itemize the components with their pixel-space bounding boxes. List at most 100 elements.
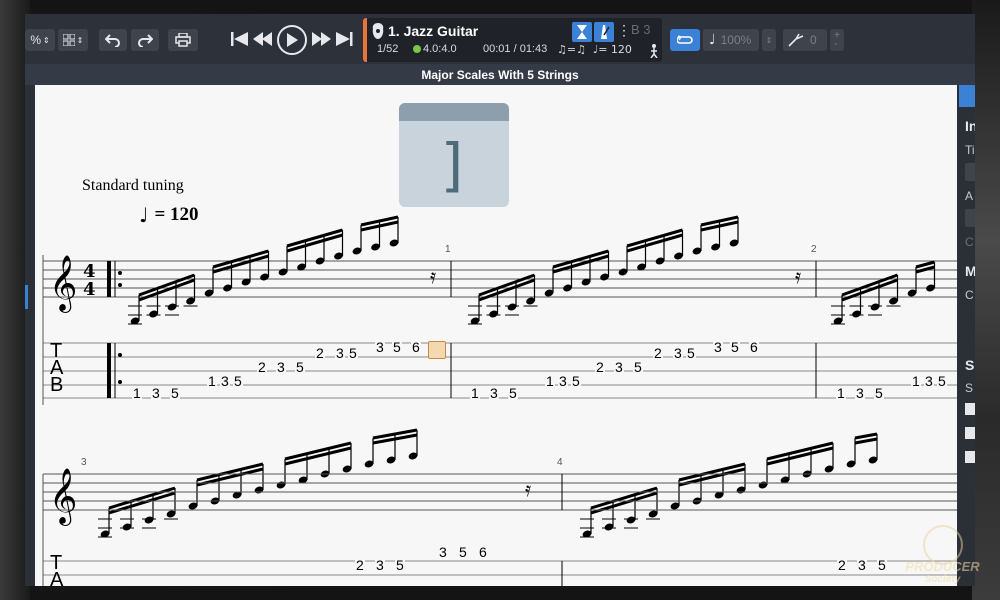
rewind-icon [253,32,272,46]
tab-fret-number[interactable]: 6 [411,340,421,354]
notation-canvas: 𝄞 4 4 𝄿𝄿𝄿𝄿𝄿 𝄞 [42,215,957,586]
tab-fret-number[interactable]: 5 [458,545,468,559]
note-icon[interactable] [965,403,975,415]
printer-icon [175,33,191,47]
time-readout: 00:01 / 01:43 [483,43,548,55]
tab-fret-number[interactable]: 5 [937,374,947,388]
redo-icon [138,34,153,47]
zoom-select[interactable]: % ⇕ [25,29,55,51]
tempo-value: = 120 [598,43,632,56]
inspector-label: Ti [965,143,975,157]
svg-text:4: 4 [83,279,96,300]
go-to-end-button[interactable] [335,31,353,52]
edit-cursor[interactable] [428,341,446,359]
tab-fret-number[interactable]: 5 [571,374,581,388]
tab-fret-number[interactable]: 2 [257,360,267,374]
print-button[interactable] [168,29,198,51]
redo-button[interactable] [131,29,159,51]
pitch-stepper[interactable]: + - [830,29,844,51]
tab-fret-number[interactable]: 2 [315,346,325,360]
fast-forward-button[interactable] [311,31,331,52]
tab-fret-number[interactable]: 5 [508,386,518,400]
speed-stepper[interactable]: ⇕ [762,29,776,51]
speed-control[interactable]: ♩ 100% [703,29,759,51]
tab-fret-number[interactable]: 6 [478,545,488,559]
tab-fret-number[interactable]: 5 [170,386,180,400]
measure-number: 2 [811,244,817,255]
note-icon[interactable] [965,451,975,463]
skip-start-icon [231,32,248,46]
tab-fret-number[interactable]: 3 [438,545,448,559]
track-name[interactable]: 1. Jazz Guitar [388,23,478,39]
svg-text:𝄞: 𝄞 [49,255,77,313]
tab-fret-number[interactable]: 3 [855,386,865,400]
grid-icon [62,34,75,46]
tab-fret-number[interactable]: 2 [595,360,605,374]
tab-fret-number[interactable]: 1 [911,374,921,388]
tab-fret-number[interactable]: 3 [151,386,161,400]
tab-fret-number[interactable]: 1 [132,386,142,400]
sixteenth-rest: 𝄿 [525,477,531,501]
play-icon [287,33,298,47]
tab-fret-number[interactable]: 5 [633,360,643,374]
tab-fret-number[interactable]: 5 [348,346,358,360]
tab-fret-number[interactable]: 3 [614,360,624,374]
undo-button[interactable] [99,29,127,51]
guitar-pro-window: % ⇕ ⇕ 1. Jazz Guitar 1/52 4.0:4.0 00:01 … [25,14,975,586]
tab-fret-number[interactable]: 3 [713,340,723,354]
loop-icon [677,35,693,44]
tab-fret-number[interactable]: 5 [392,340,402,354]
undo-icon [105,34,120,47]
count-in-button[interactable] [572,22,592,42]
triplet-feel-icon: ♫=♫ [557,43,586,56]
rewind-button[interactable] [253,31,273,52]
tab-fret-number[interactable]: 3 [375,558,385,572]
inspector-field[interactable] [965,163,975,181]
quarter-note-icon: ♩ [709,32,716,48]
tab-fret-number[interactable]: 2 [837,558,847,572]
tab-fret-number[interactable]: 2 [355,558,365,572]
tab-fret-number[interactable]: 2 [653,346,663,360]
tab-fret-number[interactable]: 5 [295,360,305,374]
tab-fret-number[interactable]: 5 [233,374,243,388]
tab-fret-number[interactable]: 3 [276,360,286,374]
view-mode-select[interactable]: ⇕ [58,29,88,51]
inspector-field[interactable] [965,209,975,227]
tab-fret-number[interactable]: 3 [673,346,683,360]
tab-fret-number[interactable]: 5 [877,558,887,572]
play-button[interactable] [277,25,307,55]
score-title-bar: Major Scales With 5 Strings [25,64,975,85]
tab-fret-number[interactable]: 5 [730,340,740,354]
track-panel: 1. Jazz Guitar 1/52 4.0:4.0 00:01 / 01:4… [363,18,662,62]
tab-fret-number[interactable]: 3 [924,374,934,388]
note-beam [478,273,536,297]
tab-fret-number[interactable]: 3 [558,374,568,388]
tab-fret-number[interactable]: 3 [857,558,867,572]
tab-fret-number[interactable]: 6 [749,340,759,354]
metronome-button[interactable] [594,22,614,42]
tab-fret-number[interactable]: 5 [874,386,884,400]
go-to-start-button[interactable] [231,31,249,52]
tab-fret-number[interactable]: 1 [470,386,480,400]
more-options-icon[interactable]: ⋮ [617,22,631,39]
chevron-updown-icon: ⇕ [42,35,50,45]
tab-clef: T A B [50,340,64,396]
loop-button[interactable] [670,29,700,51]
pitch-control[interactable]: 0 [783,29,827,51]
tab-fret-number[interactable]: 3 [375,340,385,354]
tab-fret-number[interactable]: 3 [335,346,345,360]
tab-fret-number[interactable]: 1 [207,374,217,388]
note-icon[interactable] [965,427,975,439]
producer-society-logo: PRODUCER Society [900,517,985,592]
score-page[interactable]: ] Standard tuning ♩ = 120 𝄞 4 4 𝄿 𝄿 𝄿 𝄞 … [35,85,957,586]
tab-fret-number[interactable]: 5 [686,346,696,360]
tab-fret-number[interactable]: 3 [489,386,499,400]
tab-fret-number[interactable]: 1 [836,386,846,400]
tab-fret-number[interactable]: 1 [545,374,555,388]
tab-fret-number[interactable]: 3 [220,374,230,388]
note-beam [841,273,899,297]
zoom-value: % [30,33,41,47]
measure-number: 4 [557,457,563,468]
note-beam [108,486,176,510]
tab-fret-number[interactable]: 5 [395,558,405,572]
